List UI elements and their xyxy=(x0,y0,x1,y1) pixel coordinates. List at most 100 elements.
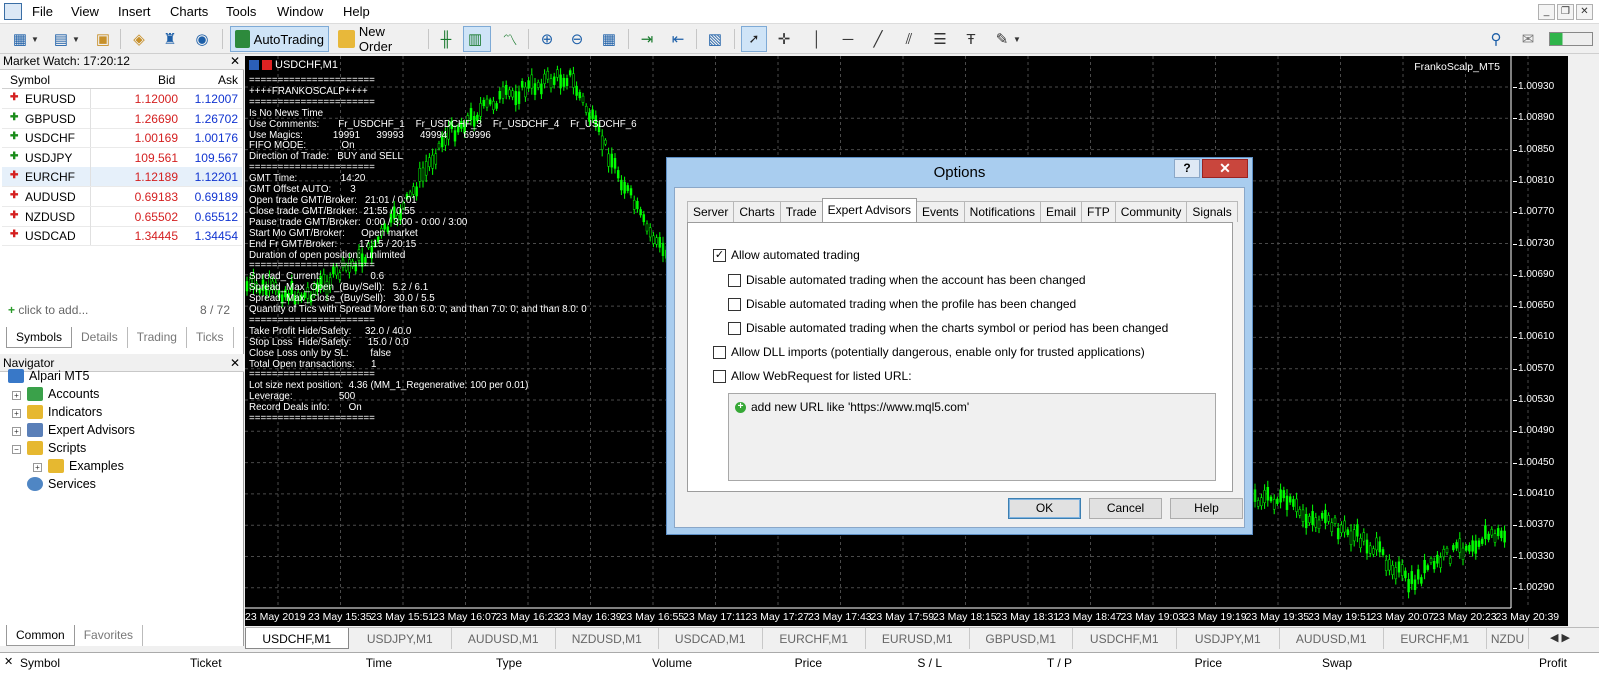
connection-status-icon[interactable] xyxy=(1549,32,1593,46)
checkbox-box[interactable] xyxy=(728,321,741,335)
tab-ticks[interactable]: Ticks xyxy=(187,327,234,348)
click-to-add[interactable]: + click to add... xyxy=(8,303,88,317)
tab-common[interactable]: Common xyxy=(6,625,75,646)
options-tab[interactable]: Events xyxy=(915,201,965,222)
horizontal-line-icon[interactable]: ─ xyxy=(836,28,860,50)
dropdown-arrow-icon[interactable]: ▼ xyxy=(1011,28,1023,50)
tab-scroll-icon[interactable]: ◀ ▶ xyxy=(1550,631,1570,644)
autotrading-button[interactable]: AutoTrading xyxy=(230,26,329,52)
terminal-column-header[interactable]: S / L xyxy=(842,656,942,670)
chart-tab[interactable]: USDCHF,M1 xyxy=(245,628,349,649)
allow-automated-trading-checkbox[interactable]: ✓ Allow automated trading xyxy=(713,248,860,262)
terminal-column-header[interactable]: T / P xyxy=(972,656,1072,670)
zoom-out-icon[interactable]: ⊖ xyxy=(565,28,589,50)
market-watch-row[interactable]: ✚ EURUSD 1.12000 1.12007 xyxy=(2,89,242,109)
options-tab[interactable]: FTP xyxy=(1081,201,1116,222)
menu-charts[interactable]: Charts xyxy=(170,4,208,19)
minimize-icon[interactable]: _ xyxy=(1538,4,1555,20)
market-watch-row[interactable]: ✚ USDCHF 1.00169 1.00176 xyxy=(2,128,242,149)
terminal-column-header[interactable]: Time xyxy=(292,656,392,670)
data-window-icon[interactable]: ◈ xyxy=(127,28,151,50)
nav-examples[interactable]: Examples xyxy=(48,459,124,473)
allow-webrequest-checkbox[interactable]: Allow WebRequest for listed URL: xyxy=(713,369,912,383)
column-ask[interactable]: Ask xyxy=(218,73,238,87)
column-bid[interactable]: Bid xyxy=(158,73,175,87)
menu-file[interactable]: File xyxy=(32,4,53,19)
chart-tab[interactable]: AUDUSD,M1 xyxy=(1280,628,1384,649)
add-url-item[interactable]: + add new URL like 'https://www.mql5.com… xyxy=(735,400,969,414)
chart-tab[interactable]: NZDU xyxy=(1487,628,1529,649)
terminal-column-header[interactable]: Profit xyxy=(1467,656,1567,670)
options-tab[interactable]: Notifications xyxy=(963,201,1042,222)
candlestick-chart-icon[interactable]: ▥ xyxy=(463,26,491,52)
menu-tools[interactable]: Tools xyxy=(226,4,256,19)
market-watch-row[interactable]: ✚ USDCAD 1.34445 1.34454 xyxy=(2,226,242,247)
url-list[interactable]: + add new URL like 'https://www.mql5.com… xyxy=(728,393,1216,481)
expand-icon[interactable]: + xyxy=(12,427,21,436)
chart-tab[interactable]: USDCAD,M1 xyxy=(659,628,763,649)
navigator-icon[interactable]: ♜ xyxy=(158,28,182,50)
cursor-icon[interactable]: ➚ xyxy=(741,26,767,52)
market-watch-row[interactable]: ✚ GBPUSD 1.26690 1.26702 xyxy=(2,108,242,129)
help-icon[interactable]: ? xyxy=(1174,159,1200,178)
chart-tab[interactable]: USDJPY,M1 xyxy=(1177,628,1280,649)
terminal-column-header[interactable]: Price xyxy=(1122,656,1222,670)
options-tab[interactable]: Trade xyxy=(779,201,823,222)
expand-icon[interactable]: + xyxy=(12,391,21,400)
cancel-button[interactable]: Cancel xyxy=(1089,498,1162,519)
chart-tab[interactable]: NZDUSD,M1 xyxy=(556,628,659,649)
checkbox-box[interactable] xyxy=(713,345,726,359)
nav-expert-advisors[interactable]: Expert Advisors xyxy=(27,423,135,437)
terminal-column-header[interactable]: Volume xyxy=(592,656,692,670)
menu-help[interactable]: Help xyxy=(343,4,370,19)
new-order-button[interactable]: New Order xyxy=(333,24,423,54)
close-icon[interactable]: ✕ xyxy=(230,356,240,371)
close-icon[interactable]: ✕ xyxy=(4,655,13,668)
dropdown-arrow-icon[interactable]: ▼ xyxy=(29,28,41,50)
search-icon[interactable]: ⚲ xyxy=(1484,28,1508,50)
checkbox-box[interactable] xyxy=(728,273,741,287)
chart-tab[interactable]: EURCHF,M1 xyxy=(1384,628,1487,649)
allow-dll-imports-checkbox[interactable]: Allow DLL imports (potentially dangerous… xyxy=(713,345,1145,359)
tab-details[interactable]: Details xyxy=(72,327,128,348)
chart-tab[interactable]: EURCHF,M1 xyxy=(763,628,866,649)
close-icon[interactable]: ✕ xyxy=(1576,4,1593,20)
trendline-icon[interactable]: ╱ xyxy=(866,28,890,50)
disable-on-symbol-change-checkbox[interactable]: Disable automated trading when the chart… xyxy=(728,321,1168,335)
chat-icon[interactable]: ✉ xyxy=(1516,28,1540,50)
collapse-icon[interactable]: − xyxy=(12,445,21,454)
options-tab[interactable]: Server xyxy=(687,201,735,222)
checkbox-box[interactable]: ✓ xyxy=(713,248,726,262)
market-watch-icon[interactable]: ▣ xyxy=(91,28,115,50)
tile-windows-icon[interactable]: ▦ xyxy=(597,28,621,50)
chart-shift-icon[interactable]: ⇥ xyxy=(635,28,659,50)
chart-tab[interactable]: USDCHF,M1 xyxy=(1073,628,1177,649)
terminal-column-header[interactable]: Swap xyxy=(1252,656,1352,670)
menu-view[interactable]: View xyxy=(71,4,99,19)
nav-root[interactable]: Alpari MT5 xyxy=(8,369,89,383)
terminal-column-header[interactable]: Symbol xyxy=(20,656,60,670)
dropdown-arrow-icon[interactable]: ▼ xyxy=(70,28,82,50)
fibonacci-icon[interactable]: ☰ xyxy=(928,28,952,50)
chart-tab[interactable]: EURUSD,M1 xyxy=(866,628,970,649)
options-tab[interactable]: Community xyxy=(1114,201,1188,222)
market-watch-row[interactable]: ✚ NZDUSD 0.65502 0.65512 xyxy=(2,206,242,227)
tab-symbols[interactable]: Symbols xyxy=(6,327,73,348)
crosshair-icon[interactable]: ✛ xyxy=(772,28,796,50)
expand-icon[interactable]: + xyxy=(12,409,21,418)
chart-tab[interactable]: GBPUSD,M1 xyxy=(970,628,1073,649)
nav-accounts[interactable]: Accounts xyxy=(27,387,99,401)
menu-window[interactable]: Window xyxy=(277,4,323,19)
chart-tab[interactable]: USDJPY,M1 xyxy=(349,628,452,649)
bar-chart-icon[interactable]: ╫ xyxy=(434,28,458,50)
line-chart-icon[interactable]: 〽 xyxy=(498,28,522,50)
terminal-column-header[interactable]: Type xyxy=(422,656,522,670)
checkbox-box[interactable] xyxy=(713,369,726,383)
signals-icon[interactable]: ◉ xyxy=(190,28,214,50)
templates-icon[interactable]: ▧ xyxy=(703,28,727,50)
equidistant-channel-icon[interactable]: ⫽ xyxy=(897,28,921,50)
disable-on-account-change-checkbox[interactable]: Disable automated trading when the accou… xyxy=(728,273,1086,287)
options-tab[interactable]: Signals xyxy=(1186,201,1238,222)
expand-icon[interactable]: + xyxy=(33,463,42,472)
nav-services[interactable]: Services xyxy=(27,477,96,491)
